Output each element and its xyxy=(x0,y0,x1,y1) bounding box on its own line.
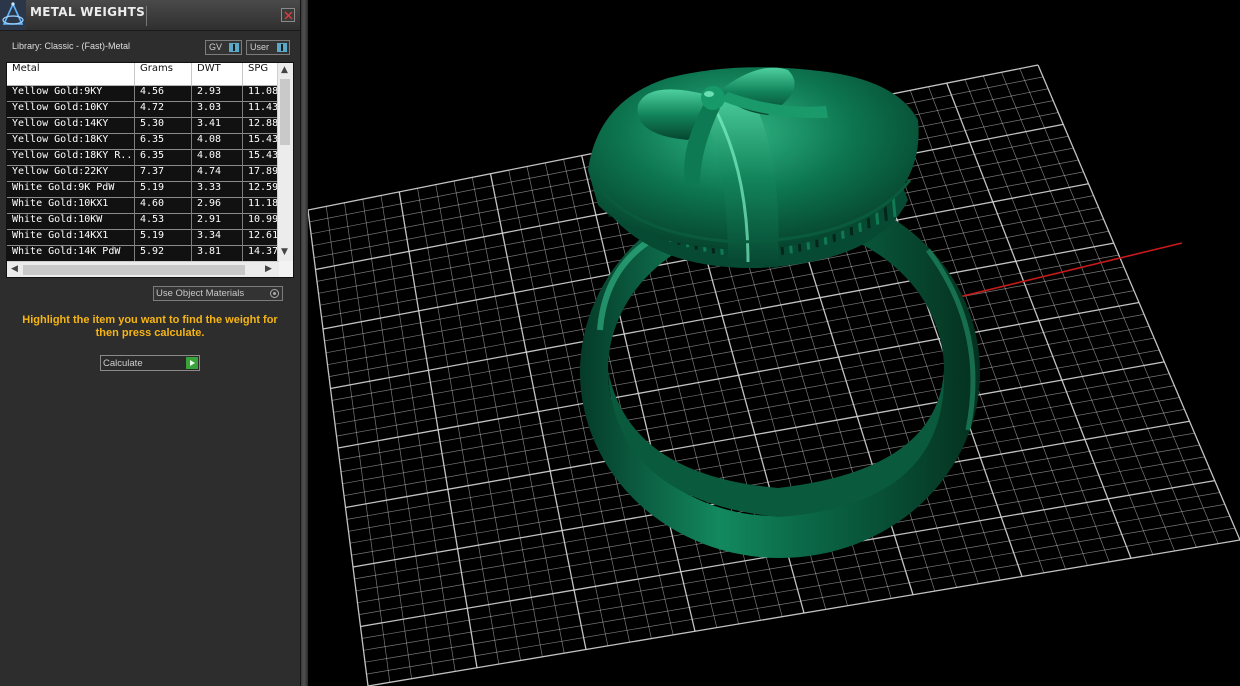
cell-metal: White Gold:9K PdW xyxy=(7,182,135,198)
cell-metal: White Gold:14K PdW xyxy=(7,246,135,261)
cell-spg: 11.43 xyxy=(243,102,279,118)
use-object-materials-label: Use Object Materials xyxy=(156,288,245,299)
library-label: Library: Classic - (Fast)-Metal xyxy=(12,41,131,51)
calculate-label: Calculate xyxy=(103,358,143,369)
cell-metal: Yellow Gold:10KY xyxy=(7,102,135,118)
cell-spg: 12.61 xyxy=(243,230,279,246)
cell-metal: White Gold:14KX1 xyxy=(7,230,135,246)
cell-grams: 5.19 xyxy=(135,230,192,246)
metal-weights-table: Metal Grams DWT SPG Yellow Gold:9KY 4.56… xyxy=(6,62,294,278)
cell-metal: Yellow Gold:18KY R... xyxy=(7,150,135,166)
cell-dwt: 3.81 xyxy=(192,246,243,261)
vertical-scrollbar[interactable]: ▲ ▼ xyxy=(277,63,293,261)
cell-grams: 5.19 xyxy=(135,182,192,198)
instruction-text: Highlight the item you want to find the … xyxy=(22,314,278,339)
toggle-indicator-icon xyxy=(277,43,287,52)
table-row[interactable]: Yellow Gold:22KY 7.37 4.74 17.89 xyxy=(7,166,279,182)
table-row[interactable]: Yellow Gold:10KY 4.72 3.03 11.43 xyxy=(7,102,279,118)
table-row[interactable]: Yellow Gold:9KY 4.56 2.93 11.08 xyxy=(7,86,279,102)
grid-line xyxy=(367,539,1240,686)
table-row[interactable]: White Gold:10KW 4.53 2.91 10.99 xyxy=(7,214,279,230)
table-body: Yellow Gold:9KY 4.56 2.93 11.08 Yellow G… xyxy=(7,86,279,261)
cell-spg: 12.88 xyxy=(243,118,279,134)
play-icon xyxy=(186,357,198,369)
column-header-metal[interactable]: Metal xyxy=(7,63,135,85)
use-object-materials-option[interactable]: Use Object Materials xyxy=(153,286,283,301)
cell-spg: 11.18 xyxy=(243,198,279,214)
horizontal-scroll-thumb[interactable] xyxy=(23,265,245,275)
column-header-grams[interactable]: Grams xyxy=(135,63,192,85)
scroll-right-icon[interactable]: ▶ xyxy=(265,264,272,274)
table-row[interactable]: Yellow Gold:14KY 5.30 3.41 12.88 xyxy=(7,118,279,134)
radio-icon[interactable] xyxy=(270,289,279,298)
cell-dwt: 4.08 xyxy=(192,150,243,166)
gv-toggle-label: GV xyxy=(209,42,223,52)
cell-metal: Yellow Gold:22KY xyxy=(7,166,135,182)
cell-spg: 17.89 xyxy=(243,166,279,182)
cell-dwt: 2.96 xyxy=(192,198,243,214)
cell-spg: 12.59 xyxy=(243,182,279,198)
3d-viewport[interactable] xyxy=(308,0,1240,686)
close-icon xyxy=(284,11,293,20)
cell-spg: 14.37 xyxy=(243,246,279,261)
table-header: Metal Grams DWT SPG xyxy=(7,63,279,86)
cell-spg: 11.08 xyxy=(243,86,279,102)
panel-titlebar: METAL WEIGHTS xyxy=(0,0,300,31)
cell-grams: 6.35 xyxy=(135,150,192,166)
cell-grams: 7.37 xyxy=(135,166,192,182)
cell-dwt: 2.93 xyxy=(192,86,243,102)
cell-dwt: 3.33 xyxy=(192,182,243,198)
vertical-scroll-thumb[interactable] xyxy=(280,79,290,145)
table-row[interactable]: Yellow Gold:18KY 6.35 4.08 15.43 xyxy=(7,134,279,150)
scroll-up-icon[interactable]: ▲ xyxy=(281,65,288,75)
cell-dwt: 3.03 xyxy=(192,102,243,118)
user-toggle-label: User xyxy=(250,42,270,52)
cell-metal: Yellow Gold:14KY xyxy=(7,118,135,134)
cell-spg: 15.43 xyxy=(243,150,279,166)
cell-grams: 4.60 xyxy=(135,198,192,214)
cell-dwt: 4.08 xyxy=(192,134,243,150)
cell-dwt: 3.41 xyxy=(192,118,243,134)
cell-metal: White Gold:10KW xyxy=(7,214,135,230)
cell-metal: White Gold:10KX1 xyxy=(7,198,135,214)
table-row[interactable]: White Gold:9K PdW 5.19 3.33 12.59 xyxy=(7,182,279,198)
scroll-left-icon[interactable]: ◀ xyxy=(11,264,18,274)
panel-title: METAL WEIGHTS xyxy=(30,5,146,19)
scroll-down-icon[interactable]: ▼ xyxy=(281,247,288,257)
cell-spg: 10.99 xyxy=(243,214,279,230)
cell-dwt: 4.74 xyxy=(192,166,243,182)
cell-grams: 4.56 xyxy=(135,86,192,102)
gv-toggle[interactable]: GV xyxy=(205,40,242,55)
ring-bow-knot-highlight xyxy=(704,91,714,97)
cell-dwt: 3.34 xyxy=(192,230,243,246)
column-header-dwt[interactable]: DWT xyxy=(192,63,243,85)
cell-grams: 5.92 xyxy=(135,246,192,261)
panel-splitter[interactable] xyxy=(301,0,308,686)
horizontal-scrollbar[interactable]: ◀ ▶ xyxy=(7,261,279,277)
cell-grams: 4.72 xyxy=(135,102,192,118)
cell-grams: 4.53 xyxy=(135,214,192,230)
table-row[interactable]: Yellow Gold:18KY R... 6.35 4.08 15.43 xyxy=(7,150,279,166)
grid-line xyxy=(982,75,1175,552)
title-divider xyxy=(146,6,147,26)
cell-spg: 15.43 xyxy=(243,134,279,150)
app-logo-icon xyxy=(0,0,26,30)
table-row[interactable]: White Gold:14K PdW 5.92 3.81 14.37 xyxy=(7,246,279,261)
cell-metal: Yellow Gold:18KY xyxy=(7,134,135,150)
cell-grams: 6.35 xyxy=(135,134,192,150)
cell-grams: 5.30 xyxy=(135,118,192,134)
calculate-button[interactable]: Calculate xyxy=(100,355,200,371)
user-toggle[interactable]: User xyxy=(246,40,290,55)
cell-dwt: 2.91 xyxy=(192,214,243,230)
column-header-spg[interactable]: SPG xyxy=(243,63,279,85)
ring-bow-knot xyxy=(701,86,725,110)
table-row[interactable]: White Gold:10KX1 4.60 2.96 11.18 xyxy=(7,198,279,214)
close-button[interactable] xyxy=(281,8,295,22)
viewport-canvas xyxy=(308,64,1240,686)
metal-weights-panel: METAL WEIGHTS Library: Classic - (Fast)-… xyxy=(0,0,301,686)
table-row[interactable]: White Gold:14KX1 5.19 3.34 12.61 xyxy=(7,230,279,246)
toggle-indicator-icon xyxy=(229,43,239,52)
cell-metal: Yellow Gold:9KY xyxy=(7,86,135,102)
